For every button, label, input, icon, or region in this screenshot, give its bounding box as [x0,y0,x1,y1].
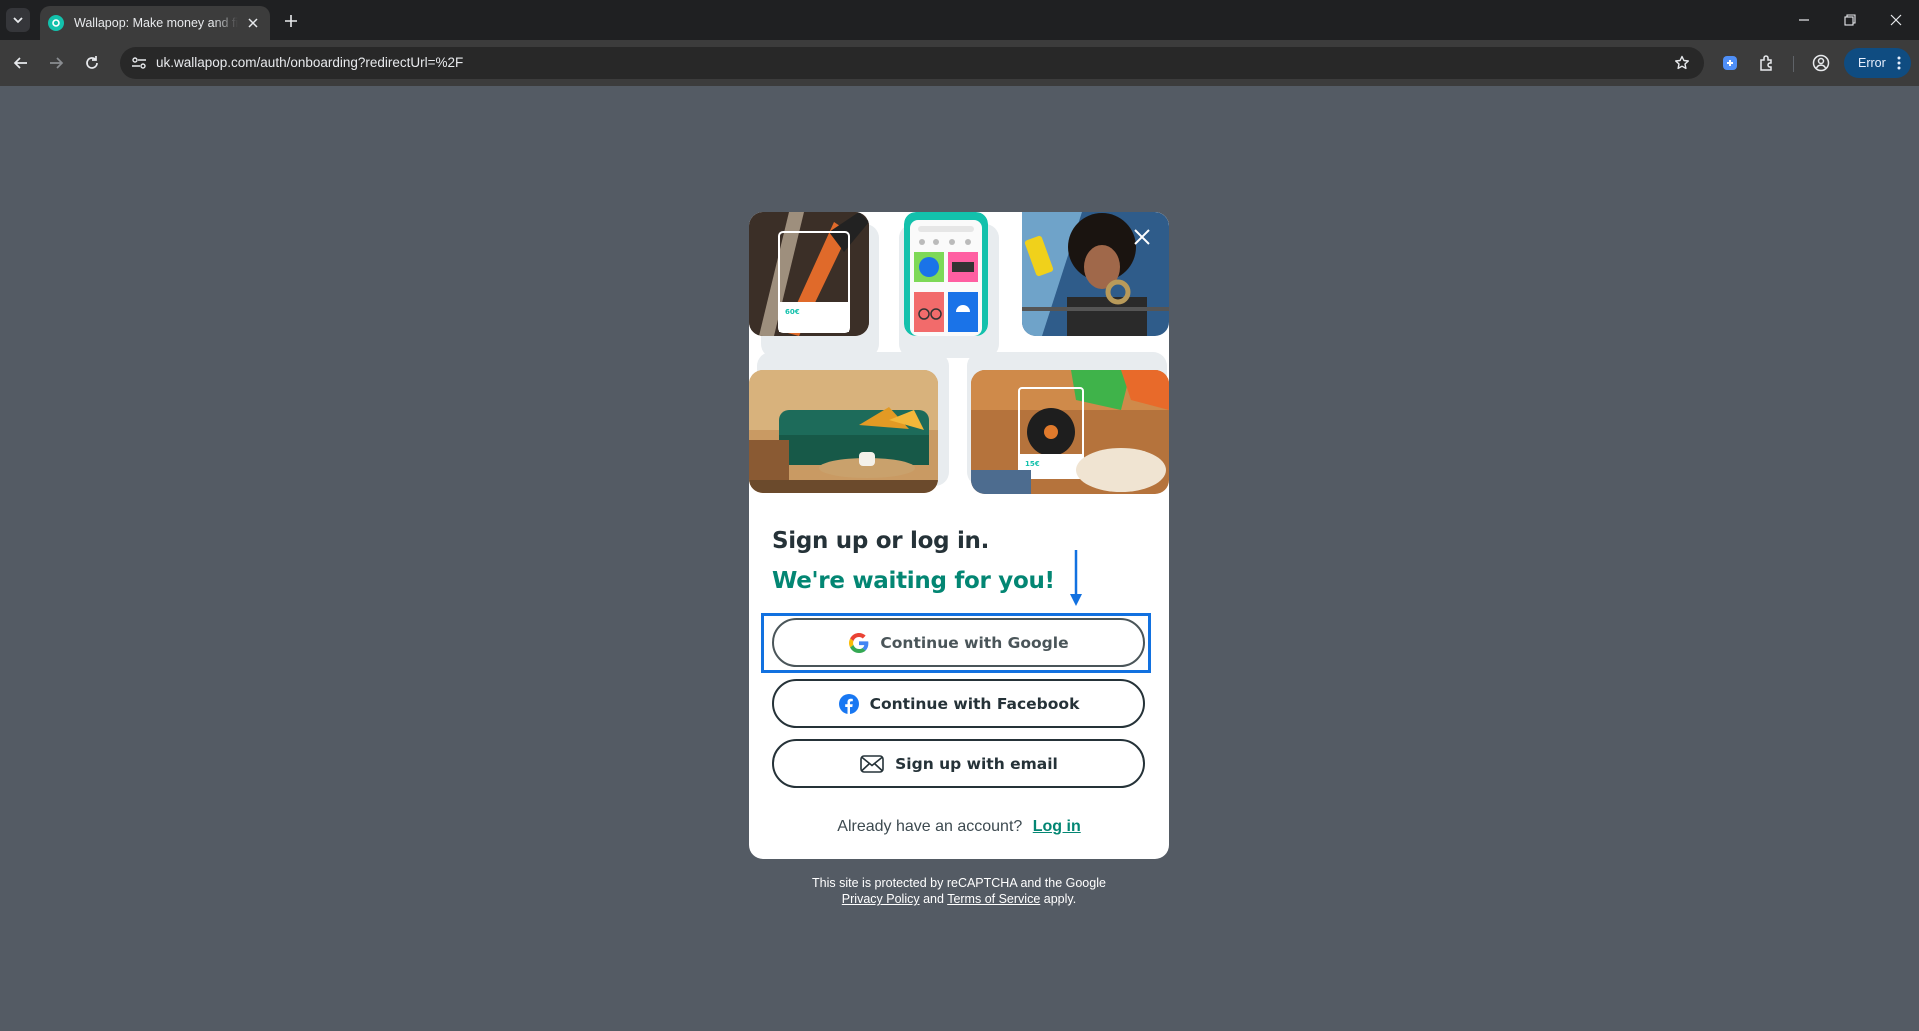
login-link[interactable]: Log in [1033,818,1081,835]
recaptcha-and-text: and [923,892,944,906]
reload-icon[interactable] [80,51,104,75]
sign-up-with-email-button[interactable]: Sign up with email [772,739,1145,788]
facebook-button-label: Continue with Facebook [869,694,1080,713]
tab-title: Wallapop: Make money and find [74,16,238,30]
extension-puzzle-blue-icon[interactable] [1719,52,1741,74]
url-text: uk.wallapop.com/auth/onboarding?redirect… [156,55,464,70]
account-prompt-line: Already have an account? Log in [749,818,1169,836]
error-label: Error [1858,56,1886,70]
browser-toolbar: uk.wallapop.com/auth/onboarding?redirect… [0,40,1919,86]
recaptcha-apply-text: apply. [1043,892,1077,906]
vinyl-photo: 15€ [971,370,1169,494]
privacy-policy-link[interactable]: Privacy Policy [842,892,920,906]
annotation-arrow-icon [1070,550,1082,606]
wallapop-favicon-icon [48,15,64,31]
tab-close-icon[interactable] [244,14,262,32]
account-prompt-text: Already have an account? [837,818,1023,835]
forward-arrow-icon[interactable] [44,51,68,75]
continue-with-google-button[interactable]: Continue with Google [772,618,1145,667]
modal-subheading: We're waiting for you! [772,568,1055,594]
sofa-photo [749,370,938,493]
modal-heading: Sign up or log in. [772,528,990,554]
window-close-icon[interactable] [1873,0,1919,40]
google-logo-icon [848,632,870,654]
recaptcha-line-2: Privacy Policy and Terms of Service appl… [749,891,1169,907]
signup-modal: 60€ 15€ Sign up or log in. We're waiting… [749,212,1169,859]
restore-icon[interactable] [1827,0,1873,40]
terms-of-service-link[interactable]: Terms of Service [947,892,1040,906]
browser-tab-active[interactable]: Wallapop: Make money and find [40,6,270,40]
profile-avatar-icon[interactable] [1810,52,1832,74]
close-icon [1134,229,1150,245]
new-tab-plus-icon[interactable] [280,10,302,32]
envelope-icon [859,753,885,775]
recaptcha-line-1: This site is protected by reCAPTCHA and … [812,876,1106,890]
site-info-icon[interactable] [128,53,150,73]
continue-with-facebook-button[interactable]: Continue with Facebook [772,679,1145,728]
minimize-icon[interactable] [1781,0,1827,40]
address-bar[interactable]: uk.wallapop.com/auth/onboarding?redirect… [120,47,1704,79]
email-button-label: Sign up with email [895,754,1058,773]
more-vertical-icon [1897,56,1901,70]
modal-close-button[interactable] [1127,222,1157,252]
bookmark-star-icon[interactable] [1672,53,1692,73]
skateboard-price-label: 60€ [785,308,800,316]
vinyl-price-label: 15€ [1025,460,1040,468]
browser-tabstrip: Wallapop: Make money and find [0,0,1919,40]
profile-error-button[interactable]: Error [1844,48,1911,78]
google-button-label: Continue with Google [880,633,1069,652]
toolbar-divider [1793,56,1794,72]
facebook-logo-icon [838,693,860,715]
chevron-down-icon [13,17,23,24]
phone-app-photo [904,212,988,336]
back-arrow-icon[interactable] [9,51,33,75]
extensions-icon[interactable] [1756,52,1778,74]
skateboard-photo: 60€ [749,212,869,336]
tab-search-button[interactable] [6,8,30,32]
recaptcha-notice: This site is protected by reCAPTCHA and … [749,875,1169,907]
